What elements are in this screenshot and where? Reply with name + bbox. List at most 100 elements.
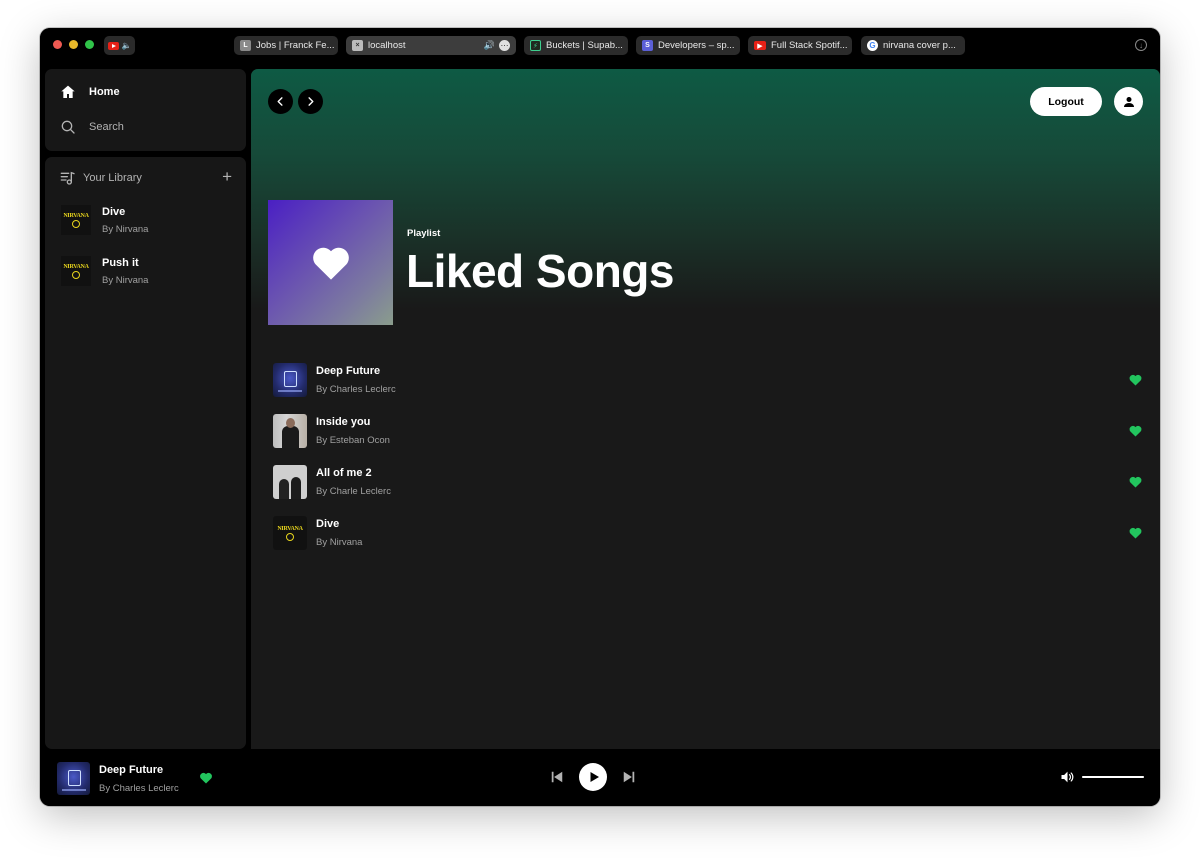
developers-icon: S: [642, 40, 653, 51]
browser-tab[interactable]: L Jobs | Franck Fe...: [234, 36, 338, 55]
more-icon[interactable]: ⋯: [499, 40, 510, 51]
song-row[interactable]: Deep Future By Charles Leclerc: [273, 360, 1143, 400]
liked-heart-icon[interactable]: [1128, 475, 1143, 489]
muted-speaker-icon[interactable]: 🔈: [122, 41, 132, 50]
chevron-right-icon: [308, 97, 314, 106]
smiley-icon: [72, 219, 80, 228]
tab-favicon-icon: L: [240, 40, 251, 51]
browser-tab[interactable]: S Developers – sp...: [636, 36, 740, 55]
library-title: Your Library: [83, 172, 142, 184]
home-icon: [61, 85, 75, 98]
cover-text: NIRVANA: [277, 525, 303, 532]
tab-title: Jobs | Franck Fe...: [256, 40, 335, 51]
playlist-type-label: Playlist: [407, 228, 441, 239]
liked-heart-icon[interactable]: [198, 771, 214, 785]
skip-next-icon: [623, 771, 635, 783]
song-artist: By Nirvana: [316, 537, 363, 548]
now-playing-artist: By Charles Leclerc: [99, 782, 179, 794]
sidebar-item-label: Home: [89, 86, 120, 98]
library-item[interactable]: NIRVANA Dive By Nirvana: [61, 205, 148, 235]
skip-previous-icon: [551, 771, 563, 783]
library-item[interactable]: NIRVANA Push it By Nirvana: [61, 256, 148, 286]
smiley-icon: [72, 270, 80, 279]
previous-button[interactable]: [550, 770, 564, 784]
main-content: Logout Playlist Liked Songs Deep Future …: [251, 69, 1160, 749]
playlist-cover: [268, 200, 393, 325]
album-cover: NIRVANA: [273, 516, 307, 550]
browser-tab[interactable]: ⚡ Buckets | Supab...: [524, 36, 628, 55]
sidebar-item-search[interactable]: Search: [60, 119, 124, 135]
pinned-tab-youtube[interactable]: 🔈: [104, 36, 135, 55]
liked-heart-icon[interactable]: [1128, 373, 1143, 387]
logout-button[interactable]: Logout: [1030, 87, 1102, 116]
browser-window: 🔈 L Jobs | Franck Fe... × localhost 🔊 ⋯ …: [40, 28, 1160, 806]
now-playing-title: Deep Future: [99, 763, 164, 776]
browser-tab[interactable]: G nirvana cover p...: [861, 36, 965, 55]
tab-title: Buckets | Supab...: [546, 40, 623, 51]
volume-icon[interactable]: [1059, 769, 1076, 785]
tab-title: nirvana cover p...: [883, 40, 956, 51]
library-item-title: Push it: [102, 256, 139, 269]
library-header[interactable]: Your Library: [60, 170, 142, 186]
close-window-button[interactable]: [53, 40, 62, 49]
google-icon: G: [867, 40, 878, 51]
library-item-subtitle: By Nirvana: [102, 274, 149, 286]
cover-text: NIRVANA: [63, 263, 89, 270]
cover-text: NIRVANA: [63, 212, 89, 219]
user-profile-button[interactable]: [1114, 87, 1143, 116]
smiley-icon: [286, 532, 294, 541]
song-row[interactable]: All of me 2 By Charle Leclerc: [273, 462, 1143, 502]
window-controls: [53, 40, 94, 49]
localhost-icon: ×: [352, 40, 363, 51]
player-bar: Deep Future By Charles Leclerc: [40, 749, 1160, 806]
sidebar-item-home[interactable]: Home: [60, 84, 120, 100]
album-cover: [273, 363, 307, 397]
song-row[interactable]: NIRVANA Dive By Nirvana: [273, 513, 1143, 553]
library-item-title: Dive: [102, 205, 126, 218]
browser-tab[interactable]: ▶ Full Stack Spotif...: [748, 36, 852, 55]
audio-playing-icon[interactable]: 🔊: [484, 40, 495, 51]
library-panel: Your Library + NIRVANA Dive By Nirvana N…: [45, 157, 246, 749]
download-icon[interactable]: ↓: [1135, 39, 1147, 51]
play-button[interactable]: [579, 763, 607, 791]
song-artist: By Charle Leclerc: [316, 486, 391, 497]
add-to-library-button[interactable]: +: [222, 167, 232, 187]
liked-heart-icon[interactable]: [1128, 424, 1143, 438]
album-cover: NIRVANA: [61, 256, 91, 286]
song-row[interactable]: Inside you By Esteban Ocon: [273, 411, 1143, 451]
liked-heart-icon[interactable]: [1128, 526, 1143, 540]
user-icon: [1123, 96, 1134, 107]
song-artist: By Esteban Ocon: [316, 435, 390, 446]
youtube-icon: ▶: [754, 41, 766, 50]
album-cover: [273, 465, 307, 499]
tab-title: localhost: [368, 40, 406, 51]
song-title: All of me 2: [316, 467, 372, 479]
sidebar-item-label: Search: [89, 121, 124, 133]
playlist-title: Liked Songs: [406, 245, 674, 297]
chevron-left-icon: [277, 97, 283, 106]
maximize-window-button[interactable]: [85, 40, 94, 49]
library-icon: [60, 171, 75, 185]
song-artist: By Charles Leclerc: [316, 384, 396, 395]
now-playing-cover: [57, 762, 90, 795]
song-title: Deep Future: [316, 365, 381, 377]
sidebar-nav: Home Search: [45, 69, 246, 151]
library-item-subtitle: By Nirvana: [102, 223, 149, 235]
tab-title: Full Stack Spotif...: [771, 40, 848, 51]
volume-slider[interactable]: [1082, 776, 1144, 778]
album-cover: [273, 414, 307, 448]
volume-slider-fill: [1082, 776, 1144, 778]
playback-controls: [550, 763, 636, 791]
play-icon: [590, 772, 599, 782]
next-button[interactable]: [622, 770, 636, 784]
search-icon: [61, 120, 75, 134]
browser-tab-bar: 🔈 L Jobs | Franck Fe... × localhost 🔊 ⋯ …: [40, 28, 1160, 64]
browser-tab-active[interactable]: × localhost 🔊 ⋯: [346, 36, 516, 55]
volume-control: [1059, 769, 1144, 785]
youtube-icon: [107, 41, 119, 50]
supabase-icon: ⚡: [530, 40, 541, 51]
back-button[interactable]: [268, 89, 293, 114]
forward-button[interactable]: [298, 89, 323, 114]
song-title: Inside you: [316, 416, 371, 428]
minimize-window-button[interactable]: [69, 40, 78, 49]
